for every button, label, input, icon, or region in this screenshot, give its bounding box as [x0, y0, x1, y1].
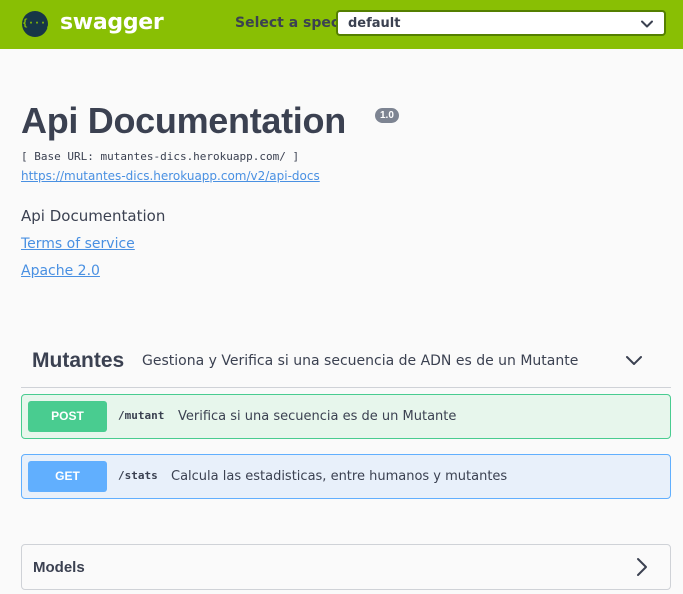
- spec-select-value: default: [348, 16, 401, 31]
- operation-post-mutant[interactable]: POST /mutant Verifica si una secuencia e…: [21, 394, 671, 439]
- tag-section-header[interactable]: Mutantes Gestiona y Verifica si una secu…: [21, 339, 671, 388]
- models-label: Models: [33, 559, 85, 576]
- operation-summary: Calcula las estadisticas, entre humanos …: [171, 469, 508, 484]
- chevron-right-icon[interactable]: [632, 556, 652, 578]
- operation-path: /stats: [118, 469, 158, 482]
- terms-of-service-link[interactable]: Terms of service: [21, 236, 135, 252]
- api-description: Api Documentation: [21, 207, 166, 225]
- topbar: {···} swagger Select a spec default: [0, 0, 683, 49]
- base-url: [ Base URL: mutantes-dics.herokuapp.com/…: [21, 150, 300, 163]
- chevron-down-icon: [641, 20, 653, 28]
- spec-select-label: Select a spec: [235, 15, 340, 31]
- swagger-logo-text[interactable]: swagger: [60, 10, 164, 35]
- operation-summary: Verifica si una secuencia es de un Mutan…: [178, 409, 457, 424]
- spec-select[interactable]: default: [336, 10, 666, 36]
- swagger-logo-icon[interactable]: {···}: [22, 11, 52, 37]
- method-badge-post: POST: [28, 401, 107, 432]
- version-badge: 1.0: [375, 108, 399, 123]
- api-docs-link[interactable]: https://mutantes-dics.herokuapp.com/v2/a…: [21, 169, 320, 183]
- operation-path: /mutant: [118, 409, 165, 422]
- license-link[interactable]: Apache 2.0: [21, 263, 100, 279]
- operation-get-stats[interactable]: GET /stats Calcula las estadisticas, ent…: [21, 454, 671, 499]
- models-section[interactable]: Models: [21, 544, 671, 590]
- chevron-down-icon[interactable]: [624, 351, 644, 371]
- method-badge-get: GET: [28, 461, 107, 492]
- page-title: Api Documentation: [21, 100, 346, 141]
- tag-description: Gestiona y Verifica si una secuencia de …: [142, 353, 579, 369]
- tag-name: Mutantes: [32, 349, 125, 372]
